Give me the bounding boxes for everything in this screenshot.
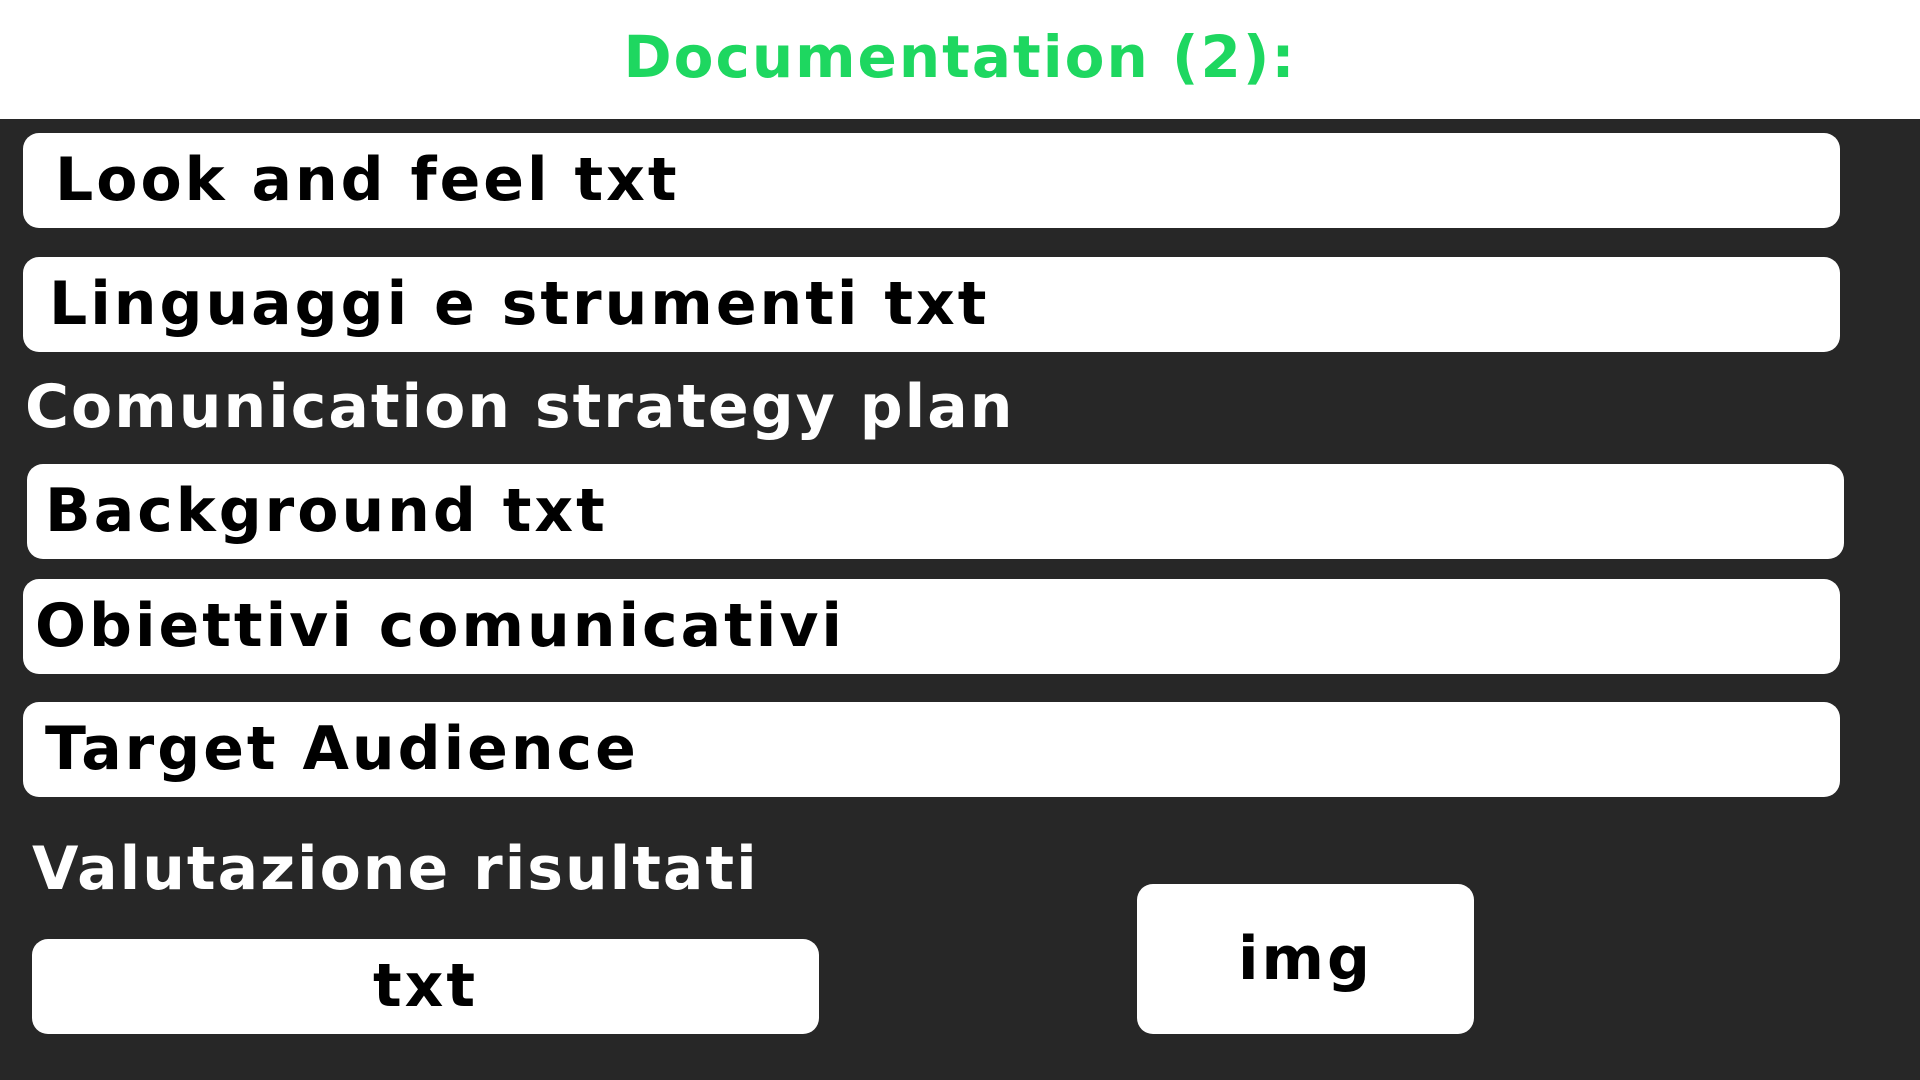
img-button[interactable]: img <box>1137 884 1474 1034</box>
linguaggi-strumenti-button[interactable]: Linguaggi e strumenti txt <box>23 257 1840 352</box>
txt-button[interactable]: txt <box>32 939 819 1034</box>
background-button[interactable]: Background txt <box>27 464 1844 559</box>
look-and-feel-button[interactable]: Look and feel txt <box>23 133 1840 228</box>
strategy-plan-heading: Comunication strategy plan <box>25 372 1015 442</box>
target-audience-button[interactable]: Target Audience <box>23 702 1840 797</box>
page-title: Documentation (2): <box>623 23 1297 91</box>
obiettivi-comunicativi-button[interactable]: Obiettivi comunicativi <box>23 579 1840 674</box>
header-bar: Documentation (2): <box>0 0 1920 119</box>
valutazione-risultati-heading: Valutazione risultati <box>32 834 759 904</box>
